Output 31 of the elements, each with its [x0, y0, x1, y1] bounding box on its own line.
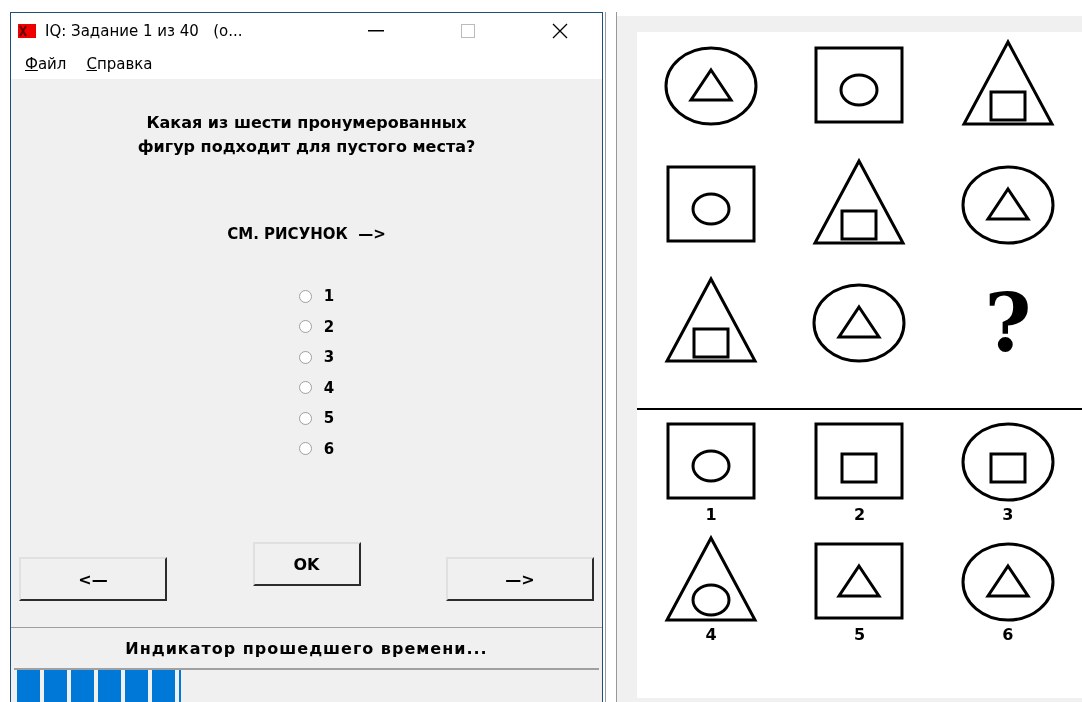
ok-button[interactable]: OK	[252, 542, 361, 586]
app-icon	[17, 22, 37, 40]
radio-button[interactable]	[298, 381, 312, 395]
option-number: 3	[1002, 506, 1014, 524]
option-number: 6	[1002, 626, 1014, 644]
radio-button[interactable]	[298, 320, 312, 334]
menu-item[interactable]: Файл	[25, 55, 67, 73]
back-button[interactable]: <—	[19, 557, 167, 601]
minimize-icon	[368, 30, 384, 32]
answer-label[interactable]: 2	[323, 317, 335, 336]
radio-button[interactable]	[298, 350, 312, 364]
option-number: 5	[853, 626, 866, 644]
radio-button[interactable]	[298, 442, 312, 456]
answer-label[interactable]: 1	[323, 287, 335, 306]
option-number: 1	[705, 506, 717, 524]
radio-button[interactable]	[298, 289, 312, 303]
hint-text: СМ. РИСУНОК —>	[227, 225, 386, 243]
option-number: 2	[853, 506, 866, 524]
window-title: IQ: Задание 1 из 40 (о...	[45, 22, 244, 40]
answer-label[interactable]: 6	[323, 439, 335, 458]
option-number: 4	[705, 626, 717, 644]
radio-button[interactable]	[298, 411, 312, 425]
answer-label[interactable]: 3	[323, 348, 335, 367]
question-mark: ?	[984, 275, 1032, 372]
menu-item[interactable]: Справка	[86, 55, 153, 73]
close-icon	[552, 23, 568, 39]
answer-label[interactable]: 4	[323, 378, 335, 397]
answer-label[interactable]: 5	[323, 409, 335, 428]
maximize-icon	[461, 24, 475, 38]
next-button[interactable]: —>	[446, 557, 594, 601]
question-text: Какая из шести пронумерованных фигур подходит для пустого места?	[137, 112, 476, 158]
